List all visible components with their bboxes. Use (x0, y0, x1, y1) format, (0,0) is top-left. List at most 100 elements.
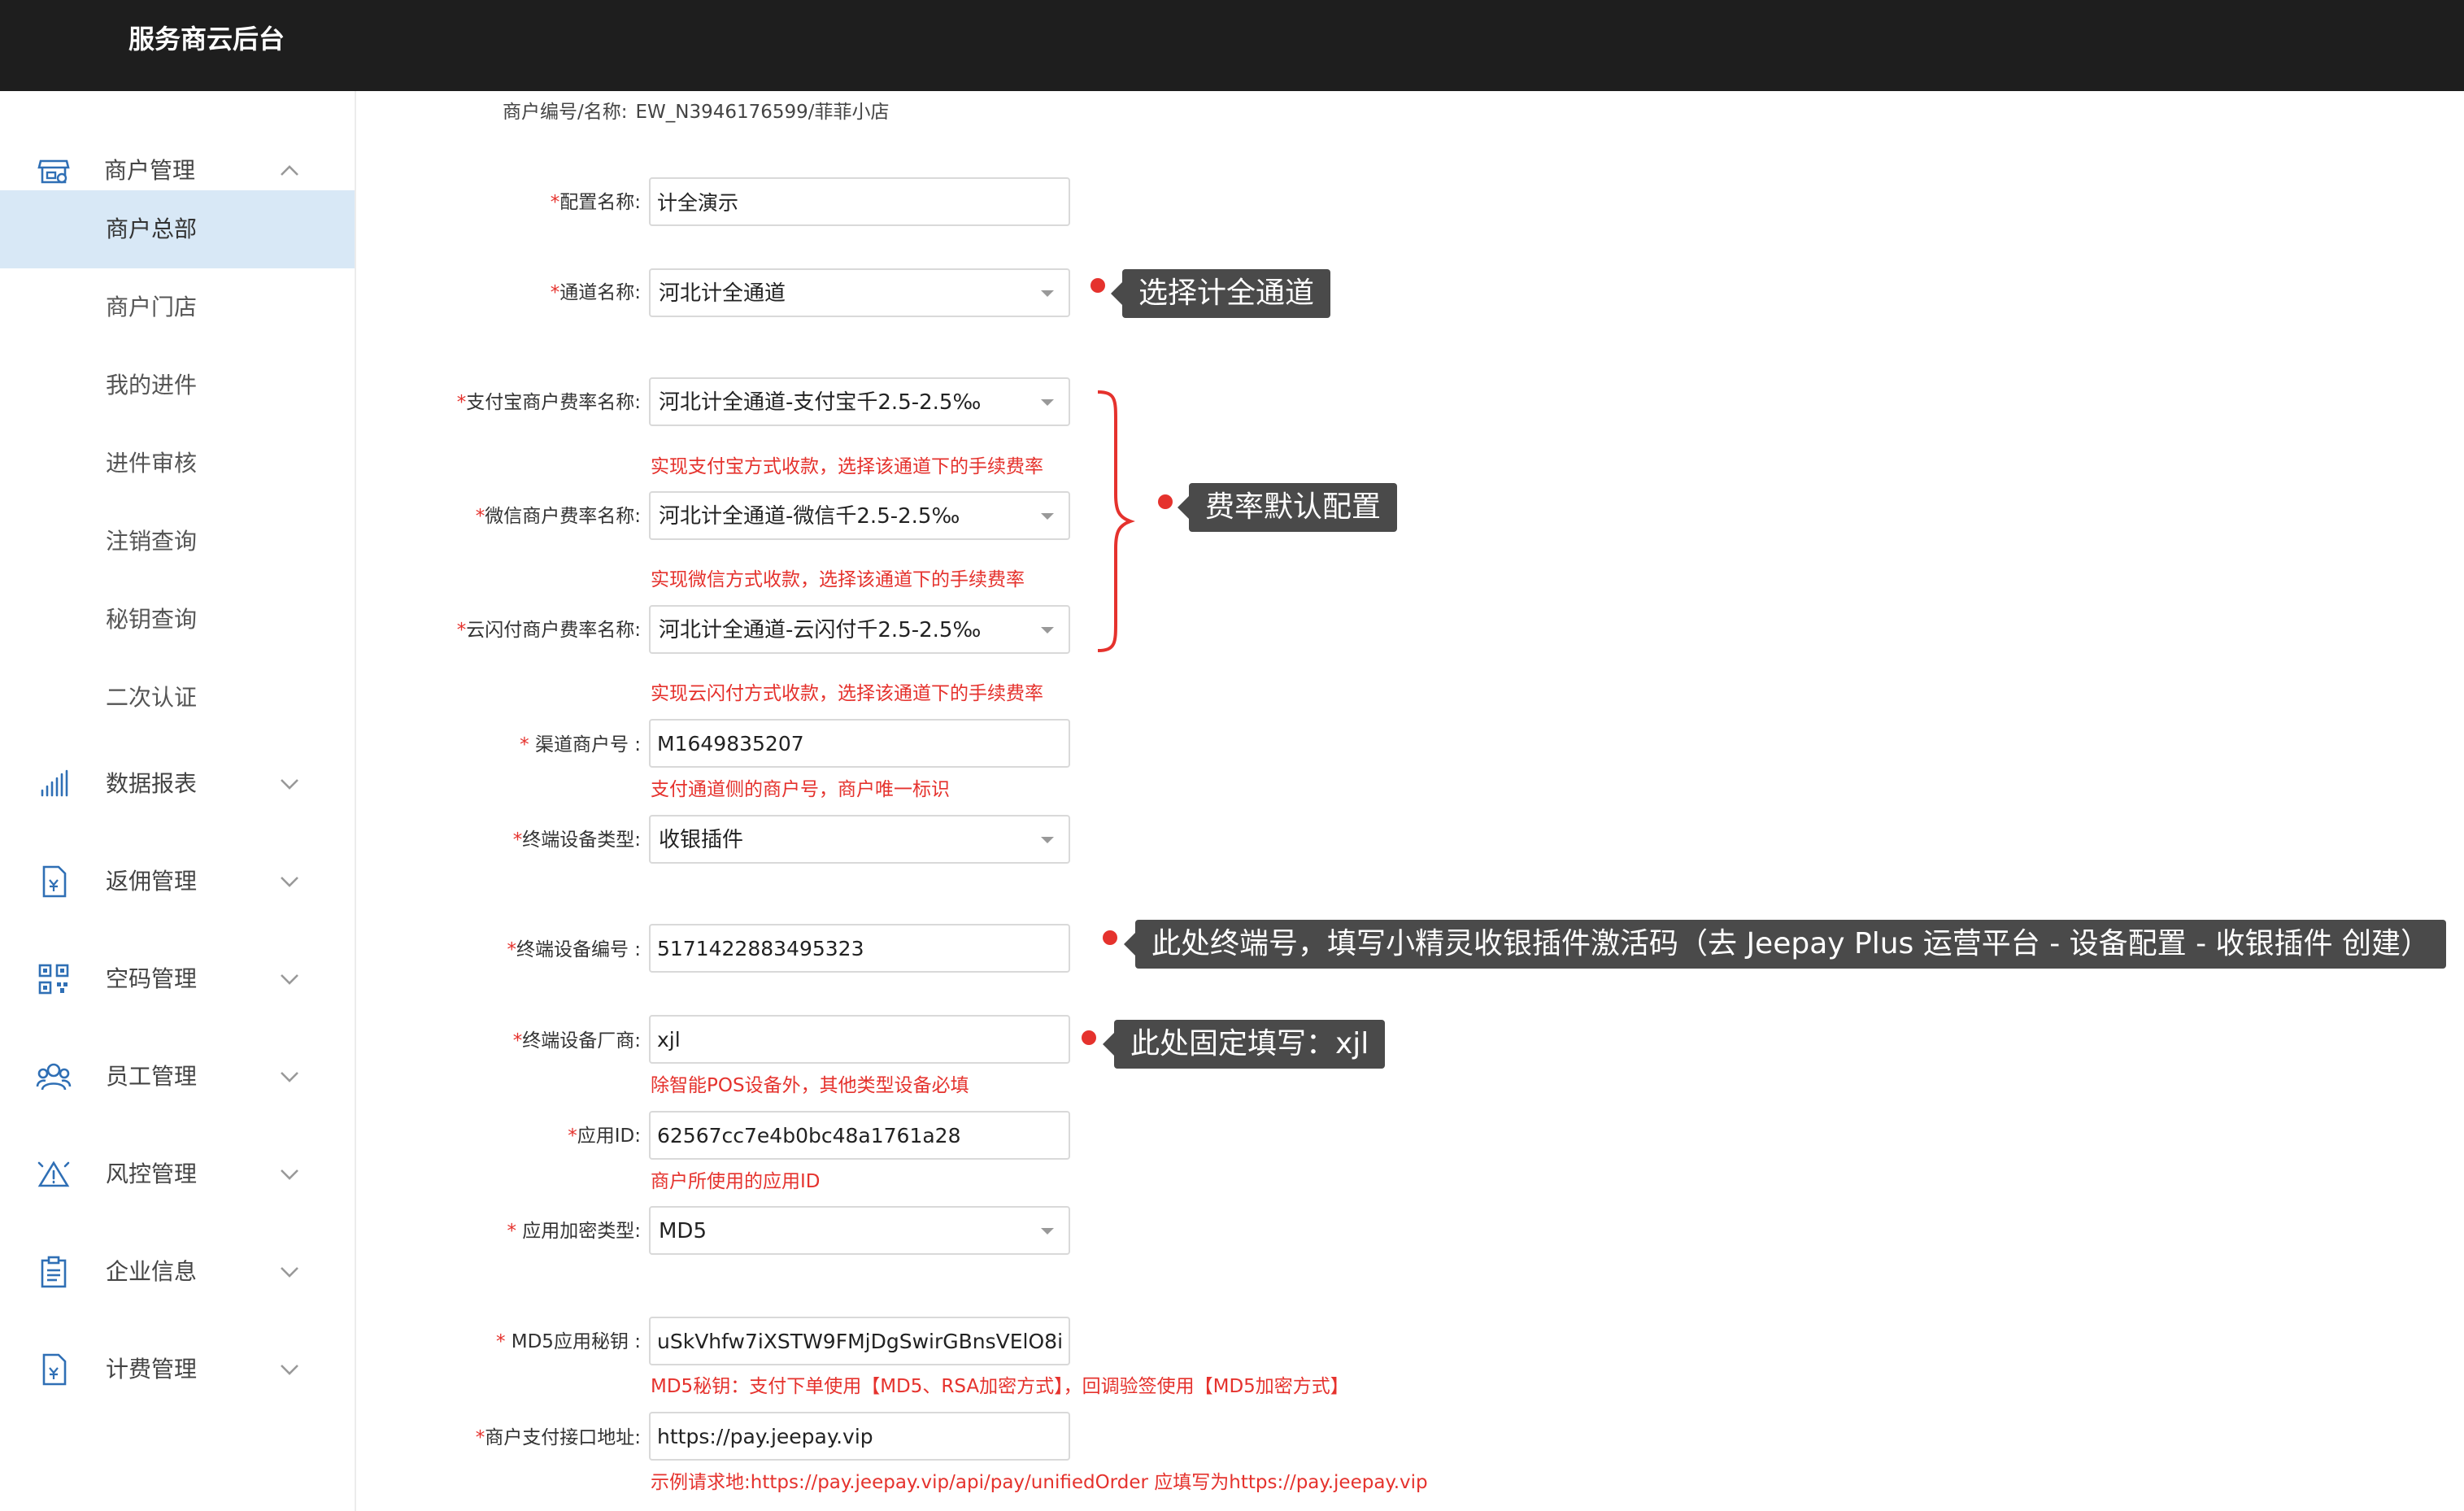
chevron-down-icon[interactable] (273, 1353, 306, 1386)
caret-down-icon (1041, 399, 1054, 406)
sidebar-item-label: 秘钥查询 (106, 606, 198, 633)
channel-name-select[interactable]: 河北计全通道 (649, 268, 1070, 317)
config-name-label: *配置名称: (550, 192, 641, 213)
sidebar-group-billing[interactable]: 计费管理 (0, 1337, 355, 1402)
annotation-channel: 选择计全通道 (1110, 269, 1331, 318)
sidebar-item-label: 商户总部 (106, 216, 198, 242)
select-value: 收银插件 (659, 828, 744, 852)
sidebar-group-label: 返佣管理 (106, 868, 198, 895)
sidebar-group-label: 数据报表 (106, 770, 198, 797)
sidebar-item-cancellation-query[interactable]: 注销查询 (0, 503, 355, 581)
pay-url-hint: 示例请求地:https://pay.jeepay.vip/api/pay/uni… (651, 1472, 1428, 1493)
annotation-dot (1082, 1030, 1096, 1045)
sidebar-item-my-applications[interactable]: 我的进件 (0, 346, 355, 425)
sidebar-item-merchant-stores[interactable]: 商户门店 (0, 268, 355, 346)
pay-url-input[interactable] (651, 1413, 1069, 1459)
caret-down-icon (1041, 837, 1054, 843)
select-value: 河北计全通道-支付宝千2.5-2.5‰ (659, 390, 982, 415)
unionpay-rate-label: *云闪付商户费率名称: (456, 620, 641, 641)
terminal-vendor-field[interactable] (649, 1015, 1070, 1064)
select-value: MD5 (659, 1219, 707, 1243)
app-id-hint: 商户所使用的应用ID (651, 1171, 821, 1192)
encrypt-type-label: * 应用加密类型: (507, 1221, 641, 1242)
users-icon (36, 1063, 72, 1091)
channel-merchant-no-hint: 支付通道侧的商户号，商户唯一标识 (651, 779, 950, 800)
alipay-rate-label: *支付宝商户费率名称: (456, 392, 641, 413)
select-value: 河北计全通道-微信千2.5-2.5‰ (659, 504, 960, 529)
terminal-type-label: *终端设备类型: (512, 830, 641, 851)
app-id-field[interactable] (649, 1111, 1070, 1160)
sidebar: 商户管理 商户总部 商户门店 我的进件 进件审核 注销查询 秘钥查询 二次认证 … (0, 91, 356, 1511)
caret-down-icon (1041, 627, 1054, 634)
caret-down-icon (1041, 290, 1054, 297)
clipboard-icon (41, 1256, 67, 1288)
chevron-down-icon[interactable] (273, 865, 306, 898)
merchant-info-label: 商户编号/名称: (503, 102, 628, 123)
app-id-input[interactable] (651, 1113, 1069, 1158)
terminal-no-field[interactable] (649, 924, 1070, 973)
sidebar-item-label: 商户门店 (106, 294, 198, 320)
encrypt-type-select[interactable]: MD5 (649, 1206, 1070, 1255)
terminal-type-select[interactable]: 收银插件 (649, 815, 1070, 864)
chevron-down-icon[interactable] (273, 1256, 306, 1288)
sidebar-item-label: 二次认证 (106, 684, 198, 711)
channel-name-label: *通道名称: (550, 282, 641, 303)
md5-key-hint: MD5秘钥：支付下单使用【MD5、RSA加密方式】，回调验签使用【MD5加密方式… (651, 1376, 1349, 1397)
sidebar-item-key-query[interactable]: 秘钥查询 (0, 581, 355, 659)
merchant-info: 商户编号/名称: EW_N3946176599/菲菲小店 (503, 96, 890, 128)
unionpay-rate-select[interactable]: 河北计全通道-云闪付千2.5-2.5‰ (649, 605, 1070, 654)
sidebar-group-reports[interactable]: 数据报表 (0, 751, 355, 816)
select-value: 河北计全通道 (659, 281, 786, 306)
app-id-label: *应用ID: (568, 1126, 641, 1147)
app-title: 服务商云后台 (128, 24, 285, 54)
warning-icon (37, 1160, 70, 1187)
channel-merchant-no-field[interactable] (649, 719, 1070, 768)
sidebar-group-company-info[interactable]: 企业信息 (0, 1239, 355, 1304)
terminal-no-input[interactable] (651, 925, 1069, 971)
channel-merchant-no-input[interactable] (651, 721, 1069, 766)
wechat-rate-select[interactable]: 河北计全通道-微信千2.5-2.5‰ (649, 491, 1070, 540)
chevron-down-icon[interactable] (273, 963, 306, 995)
sidebar-group-label: 员工管理 (106, 1063, 198, 1090)
wechat-rate-hint: 实现微信方式收款，选择该通道下的手续费率 (651, 569, 1025, 590)
annotation-dot (1091, 278, 1105, 293)
md5-key-input[interactable] (651, 1318, 1069, 1364)
sidebar-group-blank-codes[interactable]: 空码管理 (0, 947, 355, 1012)
sidebar-group-label: 商户管理 (104, 157, 196, 184)
chevron-down-icon[interactable] (273, 768, 306, 800)
document-yen-icon (42, 1353, 67, 1386)
md5-key-field[interactable] (649, 1317, 1070, 1365)
chevron-up-icon[interactable] (273, 155, 306, 187)
config-name-field[interactable] (649, 177, 1070, 226)
chevron-down-icon[interactable] (273, 1060, 306, 1093)
sidebar-item-merchant-hq[interactable]: 商户总部 (0, 190, 355, 268)
config-name-input[interactable] (651, 179, 1069, 224)
document-yen-icon (42, 865, 67, 898)
pay-url-label: *商户支付接口地址: (475, 1427, 641, 1448)
sidebar-item-label: 注销查询 (106, 528, 198, 555)
terminal-vendor-input[interactable] (651, 1017, 1069, 1062)
caret-down-icon (1041, 513, 1054, 520)
terminal-vendor-label: *终端设备厂商: (512, 1030, 641, 1052)
sidebar-group-label: 计费管理 (106, 1356, 198, 1383)
alipay-rate-select[interactable]: 河北计全通道-支付宝千2.5-2.5‰ (649, 377, 1070, 426)
annotation-brace (1097, 390, 1135, 652)
store-icon (37, 159, 70, 184)
sidebar-group-label: 企业信息 (106, 1258, 198, 1285)
chevron-down-icon[interactable] (273, 1158, 306, 1191)
pay-url-field[interactable] (649, 1412, 1070, 1461)
sidebar-item-label: 进件审核 (106, 450, 198, 477)
sidebar-group-commission[interactable]: 返佣管理 (0, 849, 355, 914)
sidebar-item-secondary-auth[interactable]: 二次认证 (0, 659, 355, 737)
sidebar-item-application-review[interactable]: 进件审核 (0, 425, 355, 503)
annotation-dot (1158, 494, 1173, 509)
alipay-rate-hint: 实现支付宝方式收款，选择该通道下的手续费率 (651, 456, 1043, 477)
sidebar-group-staff[interactable]: 员工管理 (0, 1044, 355, 1109)
select-value: 河北计全通道-云闪付千2.5-2.5‰ (659, 618, 982, 642)
terminal-no-label: *终端设备编号 : (507, 939, 641, 960)
sidebar-group-risk-control[interactable]: 风控管理 (0, 1142, 355, 1207)
annotation-dot (1103, 930, 1117, 945)
annotation-terminal-no: 此处终端号，填写小精灵收银插件激活码（去 Jeepay Plus 运营平台 - … (1124, 920, 2446, 969)
caret-down-icon (1041, 1228, 1054, 1234)
annotation-rates: 费率默认配置 (1177, 483, 1398, 532)
